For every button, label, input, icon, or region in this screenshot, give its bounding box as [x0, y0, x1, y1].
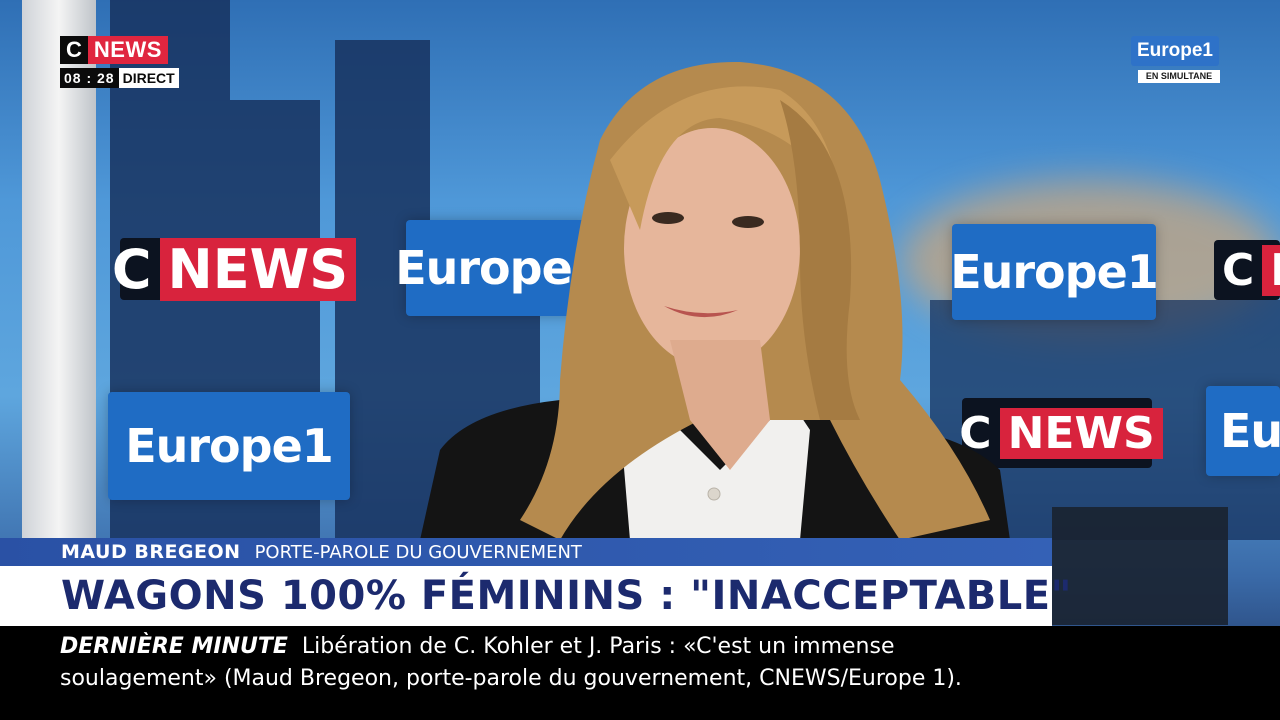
- speaker-role: PORTE-PAROLE DU GOUVERNEMENT: [254, 541, 582, 563]
- live-label: DIRECT: [118, 68, 179, 88]
- cnews-logo-news: NEWS: [87, 36, 168, 64]
- speaker-name: MAUD BREGEON: [61, 541, 241, 563]
- simulcast-label: EN SIMULTANE: [1138, 70, 1220, 83]
- bg-europe-panel: Europe1: [1206, 386, 1280, 476]
- bg-europe-panel: Europe1: [108, 392, 350, 500]
- bg-cnews-panel: CNEWS: [1214, 240, 1280, 300]
- bg-cnews-panel: CNEWS: [112, 237, 357, 301]
- ticker-line-2: soulagement» (Maud Bregeon, porte-parole…: [60, 666, 962, 691]
- news-ticker: DERNIÈRE MINUTE Libération de C. Kohler e…: [0, 626, 1280, 720]
- speaker-name-bar: MAUD BREGEON PORTE-PAROLE DU GOUVERNEMEN…: [0, 538, 1052, 566]
- europe1-logo: Europe1: [1131, 36, 1219, 66]
- ticker-label: DERNIÈRE MINUTE: [60, 634, 288, 659]
- clock-time: 08 : 28: [60, 68, 119, 88]
- cnews-logo-c: C: [60, 36, 88, 64]
- corner-panel: [1052, 507, 1228, 625]
- ticker-line-1: DERNIÈRE MINUTE Libération de C. Kohler e…: [60, 634, 895, 659]
- live-clock: 08 : 28 DIRECT: [60, 68, 179, 88]
- bg-cnews-panel: CNEWS: [959, 398, 1163, 468]
- bg-europe-panel: Europe1: [950, 224, 1159, 320]
- cnews-logo: C NEWS: [60, 36, 168, 64]
- ticker-text-1: Libération de C. Kohler et J. Paris : «C…: [301, 634, 895, 659]
- headline-text: WAGONS 100% FÉMININS : "INACCEPTABLE": [61, 573, 1072, 619]
- headline-bar: WAGONS 100% FÉMININS : "INACCEPTABLE": [0, 566, 1071, 626]
- bg-europe-panel: Europe1: [395, 220, 604, 316]
